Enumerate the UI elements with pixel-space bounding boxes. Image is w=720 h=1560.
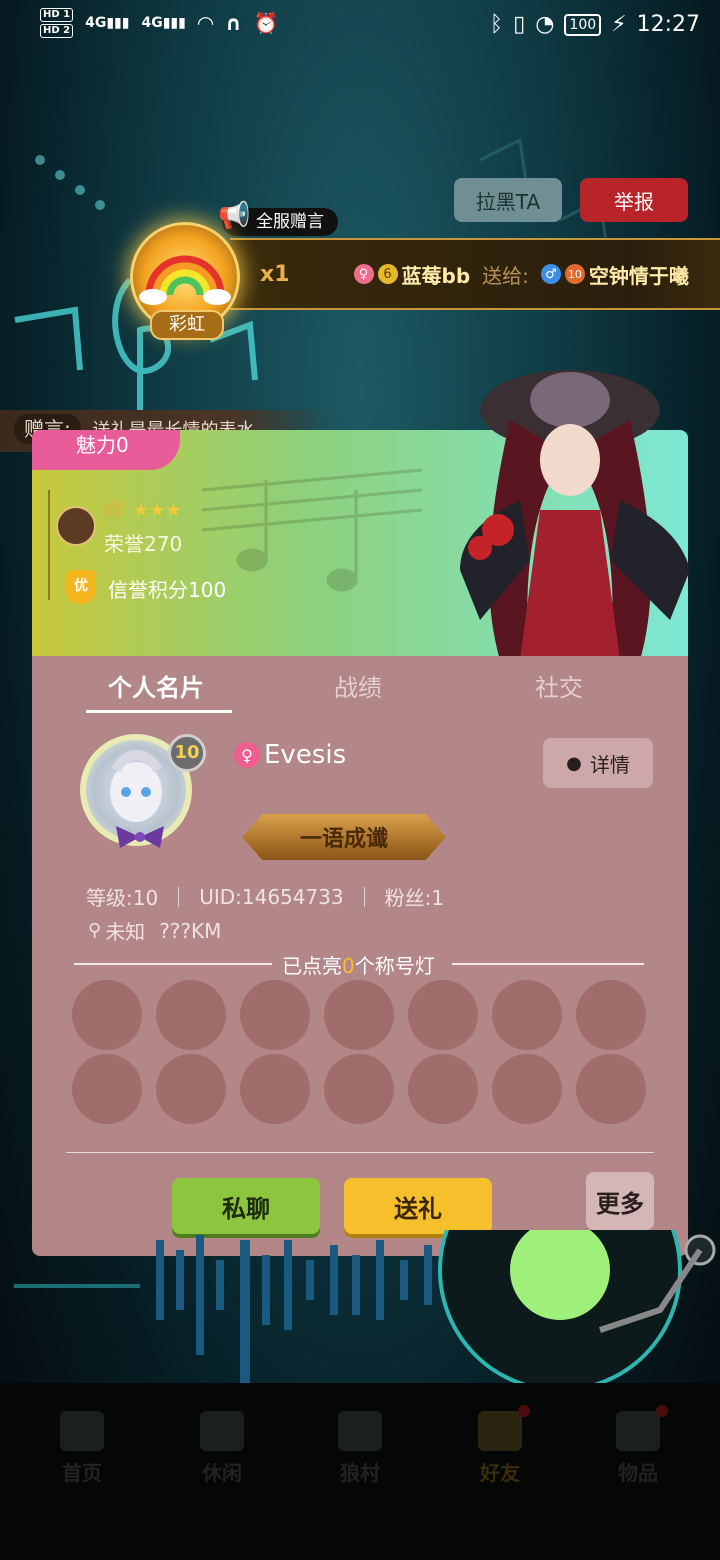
signal-icon: 4G▮▮▮ bbox=[85, 15, 130, 31]
werewolf-icon bbox=[338, 1411, 382, 1451]
honor-label: 荣誉270 bbox=[104, 532, 183, 556]
friends-icon bbox=[478, 1405, 530, 1451]
user-uid: UID:14654733 bbox=[199, 884, 344, 909]
battery-icon: 100 bbox=[564, 13, 602, 36]
location-pin-icon: ⚲ bbox=[88, 920, 102, 941]
title-light bbox=[492, 980, 562, 1050]
gift-banner: x1 ♀ 6 蓝莓bb 送给: ♂ 10 空钟情于曦 bbox=[230, 238, 720, 310]
vibrate-icon: ▯ bbox=[513, 12, 526, 37]
sim2-badge: HD 2 bbox=[40, 24, 74, 38]
credit-shield-icon: 优 bbox=[66, 570, 96, 604]
user-fans: 粉丝:1 bbox=[384, 886, 445, 910]
tab-records[interactable]: 战绩 bbox=[334, 668, 382, 703]
title-light bbox=[72, 980, 142, 1050]
music-staff-decoration bbox=[201, 468, 423, 592]
werewolf-rank-icon bbox=[56, 506, 96, 546]
female-icon: ♀ bbox=[234, 742, 260, 768]
title-lights-grid bbox=[72, 980, 648, 1124]
report-button[interactable]: 举报 bbox=[580, 178, 688, 222]
level-crown-icon: 10 bbox=[564, 264, 585, 284]
rank-divider bbox=[48, 490, 50, 600]
nav-items[interactable]: 物品 bbox=[588, 1405, 688, 1486]
charm-badge: 魅力0 bbox=[32, 430, 180, 470]
headphone-icon: ∩ bbox=[225, 11, 242, 35]
title-light bbox=[324, 980, 394, 1050]
title-light bbox=[240, 1054, 310, 1124]
character-illustration bbox=[420, 360, 710, 660]
clock: 12:27 bbox=[636, 12, 700, 37]
notification-dot bbox=[656, 1405, 668, 1417]
avatar-level-badge: 10 bbox=[168, 734, 206, 772]
megaphone-icon: 📢 bbox=[218, 201, 251, 231]
profile-card: 个人名片 战绩 社交 10 ♀ Evesis ● 详情 一语成谶 等级:10 U… bbox=[32, 656, 688, 1256]
bottom-nav: 首页 休闲 狼村 好友 物品 bbox=[0, 1383, 720, 1560]
status-bar: HD 1 HD 2 4G▮▮▮ 4G▮▮▮ ◠ ∩ ⏰ ᛒ ▯ ◔ 100 ⚡ … bbox=[0, 0, 720, 56]
global-gift-tag: 📢 全服赠言 bbox=[218, 202, 338, 236]
user-name: ♀ Evesis bbox=[234, 740, 346, 770]
signal-icon: 4G▮▮▮ bbox=[141, 15, 186, 31]
title-light bbox=[324, 1054, 394, 1124]
user-stats: 等级:10 UID:14654733 粉丝:1 bbox=[86, 882, 444, 911]
title-lights-heading: 已点亮0个称号灯 bbox=[282, 954, 435, 978]
nav-werewolf[interactable]: 狼村 bbox=[310, 1411, 410, 1486]
status-left: HD 1 HD 2 4G▮▮▮ 4G▮▮▮ ◠ ∩ ⏰ bbox=[40, 8, 278, 38]
status-right: ᛒ ▯ ◔ 100 ⚡ 12:27 bbox=[490, 12, 700, 37]
title-light bbox=[72, 1054, 142, 1124]
gift-receiver: ♂ 10 空钟情于曦 bbox=[540, 260, 689, 289]
tab-profile-card[interactable]: 个人名片 bbox=[108, 668, 204, 703]
charging-icon: ⚡ bbox=[611, 12, 627, 37]
gift-sender: ♀ 6 蓝莓bb bbox=[353, 260, 470, 289]
title-light bbox=[576, 980, 646, 1050]
home-icon bbox=[60, 1411, 104, 1451]
items-icon bbox=[616, 1405, 668, 1451]
tab-social[interactable]: 社交 bbox=[535, 668, 583, 703]
nav-friends[interactable]: 好友 bbox=[450, 1405, 550, 1486]
nav-home[interactable]: 首页 bbox=[32, 1411, 132, 1486]
leisure-icon bbox=[200, 1411, 244, 1451]
block-button[interactable]: 拉黑TA bbox=[454, 178, 562, 222]
stats-divider bbox=[363, 886, 365, 907]
rank-label: I阶 ★★★ bbox=[104, 500, 182, 521]
title-light bbox=[156, 980, 226, 1050]
bow-decoration bbox=[112, 826, 168, 848]
tab-active-indicator bbox=[86, 710, 232, 713]
details-button[interactable]: ● 详情 bbox=[543, 738, 653, 788]
title-light bbox=[408, 980, 478, 1050]
notification-dot bbox=[518, 1405, 530, 1417]
bluetooth-icon: ᛒ bbox=[489, 12, 504, 37]
equalizer-decoration bbox=[0, 1148, 720, 1392]
user-location: ⚲ 未知 ???KM bbox=[88, 918, 222, 945]
send-gift-button[interactable]: 送礼 bbox=[344, 1178, 492, 1234]
title-light bbox=[408, 1054, 478, 1124]
male-icon: ♂ bbox=[540, 264, 561, 284]
title-light bbox=[492, 1054, 562, 1124]
user-level: 等级:10 bbox=[86, 886, 159, 910]
gift-name-label: 彩虹 bbox=[150, 310, 224, 340]
title-lights-divider-right bbox=[452, 963, 644, 965]
level-crown-icon: 6 bbox=[377, 264, 398, 284]
title-lights-divider-left bbox=[74, 963, 272, 965]
title-badge: 一语成谶 bbox=[242, 814, 446, 860]
female-icon: ♀ bbox=[353, 264, 374, 284]
nav-leisure[interactable]: 休闲 bbox=[172, 1411, 272, 1486]
sim1-badge: HD 1 bbox=[40, 8, 74, 22]
user-icon: ● bbox=[566, 752, 582, 774]
actions-divider bbox=[66, 1152, 654, 1153]
gift-count: x1 bbox=[260, 261, 290, 287]
alarm-icon: ⏰ bbox=[253, 11, 279, 35]
stats-divider bbox=[178, 886, 180, 907]
title-light bbox=[240, 980, 310, 1050]
title-light bbox=[576, 1054, 646, 1124]
speed-icon: ◔ bbox=[535, 12, 555, 37]
more-button[interactable]: 更多 bbox=[586, 1172, 654, 1230]
private-chat-button[interactable]: 私聊 bbox=[172, 1178, 320, 1234]
wifi-icon: ◠ bbox=[197, 11, 214, 35]
title-light bbox=[156, 1054, 226, 1124]
